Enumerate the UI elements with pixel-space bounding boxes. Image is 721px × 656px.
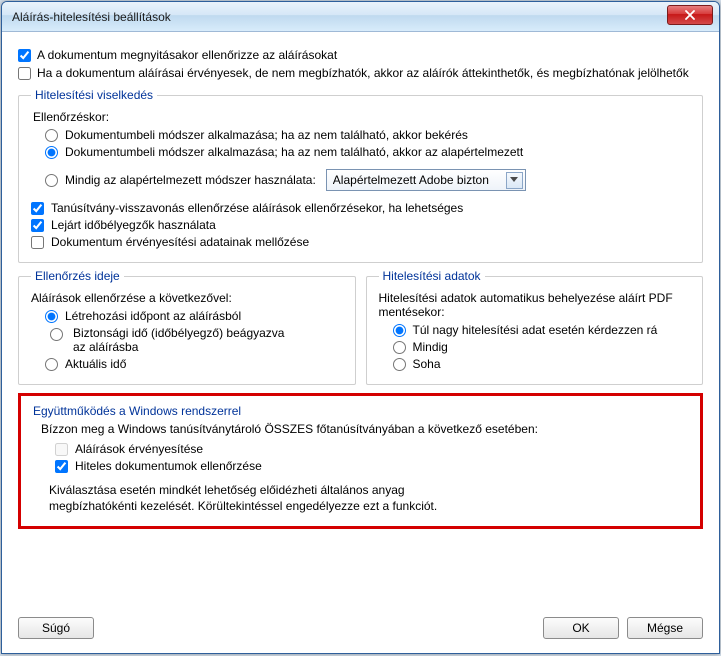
radio-always-default[interactable] — [45, 174, 58, 187]
check-validate-sig-row: Aláírások érvényesítése — [55, 442, 688, 456]
radio-time-current[interactable] — [45, 358, 58, 371]
radio-info-never-row: Soha — [393, 357, 691, 371]
radio-time-signature-row: Létrehozási időpont az aláírásból — [45, 309, 343, 323]
content-area: A dokumentum megnyitásakor ellenőrizze a… — [2, 32, 719, 607]
radio-time-embedded[interactable] — [50, 328, 63, 341]
verify-time-group: Ellenőrzés ideje Aláírások ellenőrzése a… — [18, 269, 356, 385]
check-verify-on-open-label: A dokumentum megnyitásakor ellenőrizze a… — [37, 48, 337, 62]
default-method-select[interactable]: Alapértelmezett Adobe bizton — [326, 169, 526, 191]
radio-info-always-label: Mindig — [413, 340, 448, 354]
check-valid-untrusted-row: Ha a dokumentum aláírásai érvényesek, de… — [18, 66, 703, 80]
radio-doc-method-default[interactable] — [45, 146, 58, 159]
cancel-button[interactable]: Mégse — [627, 617, 703, 639]
check-verify-on-open[interactable] — [18, 49, 31, 62]
ok-button[interactable]: OK — [543, 617, 619, 639]
warning-line2: megbízhatókénti kezelését. Körültekintés… — [49, 499, 688, 515]
check-certified-docs-label: Hiteles dokumentumok ellenőrzése — [75, 459, 262, 473]
check-revocation-label: Tanúsítvány-visszavonás ellenőrzése aláí… — [51, 201, 463, 215]
check-revocation[interactable] — [31, 202, 44, 215]
default-method-value: Alapértelmezett Adobe bizton — [333, 173, 502, 187]
radio-doc-method-default-row: Dokumentumbeli módszer alkalmazása; ha a… — [45, 145, 690, 159]
verify-info-sub: Hitelesítési adatok automatikus behelyez… — [379, 291, 691, 319]
radio-info-ask-row: Túl nagy hitelesítési adat esetén kérdez… — [393, 323, 691, 337]
radio-info-never[interactable] — [393, 358, 406, 371]
check-revocation-row: Tanúsítvány-visszavonás ellenőrzése aláí… — [31, 201, 690, 215]
radio-info-never-label: Soha — [413, 357, 441, 371]
help-button[interactable]: Súgó — [18, 617, 94, 639]
close-button[interactable] — [667, 5, 713, 25]
warning-line1: Kiválasztása esetén mindkét lehetőség el… — [49, 483, 688, 499]
check-ignore-validation-row: Dokumentum érvényesítési adatainak mellő… — [31, 235, 690, 249]
check-expired-ts[interactable] — [31, 219, 44, 232]
check-validate-sig — [55, 443, 68, 456]
radio-time-current-row: Aktuális idő — [45, 357, 343, 371]
radio-doc-method-prompt-row: Dokumentumbeli módszer alkalmazása; ha a… — [45, 128, 690, 142]
radio-time-signature[interactable] — [45, 310, 58, 323]
radio-info-always-row: Mindig — [393, 340, 691, 354]
radio-info-always[interactable] — [393, 341, 406, 354]
radio-doc-method-default-label: Dokumentumbeli módszer alkalmazása; ha a… — [65, 145, 523, 159]
radio-info-ask-label: Túl nagy hitelesítési adat esetén kérdez… — [413, 323, 658, 337]
check-certified-docs[interactable] — [55, 460, 68, 473]
windows-integration-intro: Bízzon meg a Windows tanúsítványtároló Ö… — [41, 422, 688, 436]
dropdown-button[interactable] — [506, 172, 523, 189]
verify-time-sub: Aláírások ellenőrzése a következővel: — [31, 291, 343, 305]
radio-doc-method-prompt[interactable] — [45, 129, 58, 142]
radio-time-embedded-row: Biztonsági idő (időbélyegző) beágyazva a… — [45, 326, 343, 354]
verify-info-legend: Hitelesítési adatok — [379, 269, 485, 283]
check-expired-ts-row: Lejárt időbélyegzők használata — [31, 218, 690, 232]
dialog-window: Aláírás-hitelesítési beállítások A dokum… — [1, 1, 720, 654]
radio-time-embedded-label: Biztonsági idő (időbélyegző) beágyazva a… — [73, 326, 293, 354]
when-verifying-label: Ellenőrzéskor: — [33, 110, 690, 124]
radio-doc-method-prompt-label: Dokumentumbeli módszer alkalmazása; ha a… — [65, 128, 468, 142]
verify-time-legend: Ellenőrzés ideje — [31, 269, 124, 283]
check-expired-ts-label: Lejárt időbélyegzők használata — [51, 218, 216, 232]
radio-info-ask[interactable] — [393, 324, 406, 337]
windows-integration-group: Együttműködés a Windows rendszerrel Bízz… — [18, 393, 703, 529]
window-title: Aláírás-hitelesítési beállítások — [12, 10, 667, 24]
check-certified-docs-row: Hiteles dokumentumok ellenőrzése — [55, 459, 688, 473]
radio-always-default-label: Mindig az alapértelmezett módszer haszná… — [65, 173, 316, 187]
verification-behavior-legend: Hitelesítési viselkedés — [31, 88, 157, 102]
two-column-groups: Ellenőrzés ideje Aláírások ellenőrzése a… — [18, 269, 703, 385]
check-ignore-validation[interactable] — [31, 236, 44, 249]
check-valid-untrusted[interactable] — [18, 67, 31, 80]
radio-time-current-label: Aktuális idő — [65, 357, 126, 371]
check-verify-on-open-row: A dokumentum megnyitásakor ellenőrizze a… — [18, 48, 703, 62]
windows-integration-legend: Együttműködés a Windows rendszerrel — [33, 404, 688, 418]
verification-behavior-group: Hitelesítési viselkedés Ellenőrzéskor: D… — [18, 88, 703, 263]
check-validate-sig-label: Aláírások érvényesítése — [75, 442, 203, 456]
radio-time-signature-label: Létrehozási időpont az aláírásból — [65, 309, 241, 323]
titlebar: Aláírás-hitelesítési beállítások — [2, 2, 719, 32]
windows-integration-warning: Kiválasztása esetén mindkét lehetőség el… — [49, 483, 688, 514]
footer: Súgó OK Mégse — [2, 607, 719, 653]
verify-info-group: Hitelesítési adatok Hitelesítési adatok … — [366, 269, 704, 385]
check-valid-untrusted-label: Ha a dokumentum aláírásai érvényesek, de… — [37, 66, 689, 80]
chevron-down-icon — [510, 177, 518, 183]
close-icon — [685, 10, 695, 20]
radio-always-default-row: Mindig az alapértelmezett módszer haszná… — [45, 169, 690, 191]
check-ignore-validation-label: Dokumentum érvényesítési adatainak mellő… — [51, 235, 309, 249]
